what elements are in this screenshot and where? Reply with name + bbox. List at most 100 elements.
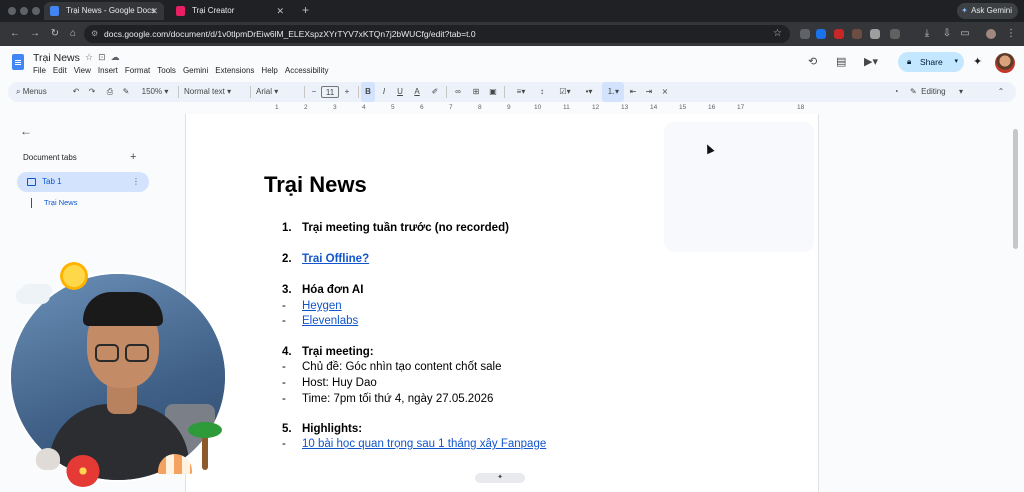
outline-item[interactable]: Trại News: [31, 198, 77, 208]
redo-icon[interactable]: ↷: [84, 82, 100, 102]
extensions-puzzle-icon[interactable]: [890, 29, 900, 39]
menu-insert[interactable]: Insert: [98, 66, 118, 75]
extension-icon[interactable]: [834, 29, 844, 39]
account-avatar[interactable]: [995, 53, 1015, 73]
menu-tools[interactable]: Tools: [157, 66, 176, 75]
reload-icon[interactable]: ↻: [48, 27, 62, 41]
ai-tools-icon[interactable]: ◔: [888, 82, 904, 102]
cloud-saved-icon[interactable]: ☁: [111, 52, 125, 62]
search-menus[interactable]: ⌕ Menus: [16, 82, 68, 102]
menu-file[interactable]: File: [33, 66, 46, 75]
formatting-toolbar: ⌕ Menus ↶ ↷ ⎙ ✎ 150% ▾ Normal text ▾ Ari…: [8, 82, 1016, 102]
share-label: Share: [920, 57, 943, 67]
address-bar[interactable]: ⚙ docs.google.com/document/d/1v0tlpmDrEi…: [84, 25, 790, 43]
bulleted-list-icon[interactable]: •▾: [578, 82, 600, 102]
extension-icon[interactable]: [870, 29, 880, 39]
home-icon[interactable]: ⌂: [66, 27, 80, 41]
profile-avatar-icon[interactable]: [986, 29, 996, 39]
undo-icon[interactable]: ↶: [68, 82, 84, 102]
vertical-scrollbar[interactable]: [1013, 129, 1018, 249]
explore-sparkle-button[interactable]: ✦: [475, 473, 525, 483]
maximize-window-dot[interactable]: [32, 7, 40, 15]
share-button[interactable]: 🔒︎ Share ▾: [898, 52, 964, 72]
extension-icon[interactable]: [852, 29, 862, 39]
site-info-icon[interactable]: ⚙: [91, 25, 98, 43]
text-color-button[interactable]: A: [410, 82, 424, 102]
font-select[interactable]: Arial ▾: [256, 82, 300, 102]
list-marker: -: [282, 315, 286, 327]
horizontal-ruler[interactable]: 1 2 3 4 5 6 7 8 9 10 11 12 13 14 15 16 1…: [185, 104, 819, 114]
toolbar-divider: [178, 86, 179, 98]
minimize-window-dot[interactable]: [20, 7, 28, 15]
clear-formatting-icon[interactable]: ⨯: [658, 82, 672, 102]
insert-image-icon[interactable]: ▣: [485, 82, 501, 102]
title-actions: ☆⊡☁: [85, 52, 125, 63]
line-spacing-icon[interactable]: ↕: [534, 82, 550, 102]
print-icon[interactable]: ⎙: [102, 82, 118, 102]
browser-menu-icon[interactable]: ⋮: [1004, 27, 1018, 41]
close-tab-icon[interactable]: ✕: [150, 2, 158, 20]
list-link[interactable]: Trai Offline?: [302, 252, 369, 266]
list-link[interactable]: Elevenlabs: [302, 314, 358, 328]
paint-format-icon[interactable]: ✎: [118, 82, 134, 102]
zoom-select[interactable]: 150% ▾: [136, 82, 174, 102]
increase-font-icon[interactable]: +: [341, 82, 353, 102]
menu-view[interactable]: View: [74, 66, 91, 75]
sidepanel-icon[interactable]: ▭: [958, 27, 972, 41]
close-sidebar-icon[interactable]: ←: [20, 124, 32, 138]
ask-gemini-button[interactable]: Ask Gemini: [957, 3, 1018, 19]
move-folder-icon[interactable]: ⊡: [98, 52, 111, 62]
extension-icon[interactable]: [800, 29, 810, 39]
numbered-list-icon[interactable]: ⒈▾: [602, 82, 624, 102]
style-select[interactable]: Normal text ▾: [184, 82, 246, 102]
font-size-input[interactable]: 11: [321, 86, 339, 98]
menu-format[interactable]: Format: [125, 66, 150, 75]
forward-icon[interactable]: →: [28, 27, 42, 41]
pencil-icon: ✎: [910, 87, 917, 96]
decrease-font-icon[interactable]: −: [308, 82, 320, 102]
document-heading[interactable]: Trại News: [264, 172, 367, 198]
add-comment-icon[interactable]: ⊞: [468, 82, 484, 102]
editing-mode-select[interactable]: ✎ Editing ▾: [910, 82, 990, 102]
extension-icon[interactable]: [816, 29, 826, 39]
sidebar-item-tab-1[interactable]: Tab 1 ⋮: [17, 172, 149, 192]
gemini-sparkle-icon[interactable]: ✦: [973, 55, 982, 68]
tab-options-icon[interactable]: ⋮: [132, 172, 140, 192]
comments-icon[interactable]: ▤: [836, 55, 846, 68]
bold-button[interactable]: B: [361, 82, 375, 102]
document-title[interactable]: Trại News: [33, 52, 80, 64]
link-icon[interactable]: ∞: [450, 82, 466, 102]
download-icon[interactable]: ⇩: [940, 27, 954, 41]
meet-icon[interactable]: ▶▾: [864, 55, 878, 68]
align-icon[interactable]: ≡▾: [510, 82, 532, 102]
back-icon[interactable]: ←: [8, 27, 22, 41]
menu-gemini[interactable]: Gemini: [183, 66, 208, 75]
document-page[interactable]: Trại News 1. Trại meeting tuần trước (no …: [185, 114, 819, 492]
menu-extensions[interactable]: Extensions: [215, 66, 254, 75]
close-window-dot[interactable]: [8, 7, 16, 15]
increase-indent-icon[interactable]: ⇥: [642, 82, 656, 102]
close-tab-icon[interactable]: ✕: [276, 2, 284, 20]
version-history-icon[interactable]: ⟲: [808, 55, 817, 68]
list-link[interactable]: 10 bài học quan trọng sau 1 tháng xây Fa…: [302, 437, 546, 451]
collapse-menus-icon[interactable]: ⌃: [994, 82, 1008, 102]
menu-edit[interactable]: Edit: [53, 66, 67, 75]
browser-tab-docs[interactable]: Trại News - Google Docs ✕: [44, 2, 164, 20]
italic-button[interactable]: I: [377, 82, 391, 102]
new-tab-icon[interactable]: +: [302, 3, 309, 17]
menu-accessibility[interactable]: Accessibility: [285, 66, 329, 75]
share-dropdown-icon[interactable]: ▾: [954, 52, 958, 72]
download-icon[interactable]: ⤓: [920, 27, 934, 41]
browser-tab-creator[interactable]: Trại Creator ✕: [170, 2, 290, 20]
docs-logo-icon[interactable]: [12, 54, 24, 70]
checklist-icon[interactable]: ☑▾: [554, 82, 576, 102]
list-link[interactable]: Heygen: [302, 299, 342, 313]
add-tab-icon[interactable]: +: [130, 151, 136, 163]
underline-button[interactable]: U: [393, 82, 407, 102]
bookmark-star-icon[interactable]: ☆: [773, 25, 782, 43]
decrease-indent-icon[interactable]: ⇤: [626, 82, 640, 102]
highlight-icon[interactable]: ✐: [428, 82, 442, 102]
menu-help[interactable]: Help: [261, 66, 277, 75]
search-icon: ⌕: [16, 87, 21, 96]
star-icon[interactable]: ☆: [85, 52, 98, 62]
